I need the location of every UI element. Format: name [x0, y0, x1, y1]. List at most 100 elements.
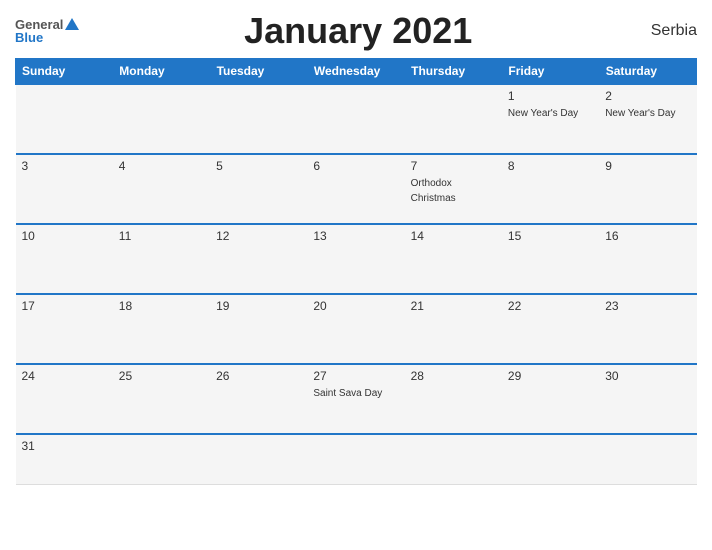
day-number: 4 [119, 159, 204, 173]
table-row: 20 [307, 294, 404, 364]
table-row: 8 [502, 154, 599, 224]
table-row: 13 [307, 224, 404, 294]
day-number: 9 [605, 159, 690, 173]
table-row: 7 Orthodox Christmas [405, 154, 502, 224]
calendar-header-row: Sunday Monday Tuesday Wednesday Thursday… [16, 59, 697, 85]
day-number: 25 [119, 369, 204, 383]
day-number: 30 [605, 369, 690, 383]
table-row: 2 New Year's Day [599, 84, 696, 154]
day-number: 6 [313, 159, 398, 173]
col-saturday: Saturday [599, 59, 696, 85]
table-row: 22 [502, 294, 599, 364]
day-number: 26 [216, 369, 301, 383]
table-row [113, 84, 210, 154]
table-row: 28 [405, 364, 502, 434]
col-wednesday: Wednesday [307, 59, 404, 85]
logo-triangle-icon [65, 18, 79, 30]
col-thursday: Thursday [405, 59, 502, 85]
day-number: 12 [216, 229, 301, 243]
table-row: 6 [307, 154, 404, 224]
table-row: 17 [16, 294, 113, 364]
day-number: 27 [313, 369, 398, 383]
table-row: 5 [210, 154, 307, 224]
table-row [307, 434, 404, 484]
table-row: 16 [599, 224, 696, 294]
calendar-week-row: 17 18 19 20 21 22 23 [16, 294, 697, 364]
table-row: 27 Saint Sava Day [307, 364, 404, 434]
table-row: 23 [599, 294, 696, 364]
day-number: 10 [22, 229, 107, 243]
logo: General Blue [15, 18, 79, 45]
table-row: 29 [502, 364, 599, 434]
day-event: New Year's Day [508, 108, 578, 119]
table-row: 15 [502, 224, 599, 294]
calendar-table: Sunday Monday Tuesday Wednesday Thursday… [15, 58, 697, 485]
col-sunday: Sunday [16, 59, 113, 85]
day-number: 2 [605, 89, 690, 103]
day-number: 23 [605, 299, 690, 313]
calendar-week-row: 10 11 12 13 14 15 16 [16, 224, 697, 294]
page: General Blue January 2021 Serbia Sunday … [0, 0, 712, 550]
day-number: 3 [22, 159, 107, 173]
table-row [405, 84, 502, 154]
day-event: New Year's Day [605, 108, 675, 119]
logo-general-text: General [15, 18, 79, 32]
table-row: 12 [210, 224, 307, 294]
header: General Blue January 2021 Serbia [15, 10, 697, 52]
table-row: 1 New Year's Day [502, 84, 599, 154]
table-row [16, 84, 113, 154]
day-event: Orthodox Christmas [411, 178, 456, 204]
col-friday: Friday [502, 59, 599, 85]
table-row: 9 [599, 154, 696, 224]
day-number: 13 [313, 229, 398, 243]
table-row: 24 [16, 364, 113, 434]
table-row [502, 434, 599, 484]
calendar-week-row: 31 [16, 434, 697, 484]
day-number: 28 [411, 369, 496, 383]
day-number: 14 [411, 229, 496, 243]
day-event: Saint Sava Day [313, 388, 382, 399]
day-number: 20 [313, 299, 398, 313]
day-number: 7 [411, 159, 496, 173]
day-number: 11 [119, 229, 204, 243]
calendar-week-row: 34567 Orthodox Christmas 89 [16, 154, 697, 224]
calendar-week-row: 1 New Year's Day 2 New Year's Day [16, 84, 697, 154]
day-number: 1 [508, 89, 593, 103]
day-number: 19 [216, 299, 301, 313]
day-number: 21 [411, 299, 496, 313]
table-row [210, 434, 307, 484]
table-row: 21 [405, 294, 502, 364]
day-number: 5 [216, 159, 301, 173]
table-row: 18 [113, 294, 210, 364]
logo-blue-text: Blue [15, 31, 79, 44]
table-row: 14 [405, 224, 502, 294]
table-row [599, 434, 696, 484]
table-row: 19 [210, 294, 307, 364]
day-number: 15 [508, 229, 593, 243]
table-row: 10 [16, 224, 113, 294]
table-row: 3 [16, 154, 113, 224]
col-monday: Monday [113, 59, 210, 85]
table-row: 30 [599, 364, 696, 434]
day-number: 22 [508, 299, 593, 313]
day-number: 16 [605, 229, 690, 243]
day-number: 18 [119, 299, 204, 313]
day-number: 29 [508, 369, 593, 383]
country-label: Serbia [637, 22, 697, 40]
day-number: 24 [22, 369, 107, 383]
table-row: 31 [16, 434, 113, 484]
table-row: 11 [113, 224, 210, 294]
day-number: 31 [22, 439, 107, 453]
day-number: 8 [508, 159, 593, 173]
table-row [113, 434, 210, 484]
table-row [405, 434, 502, 484]
day-number: 17 [22, 299, 107, 313]
table-row [210, 84, 307, 154]
table-row: 26 [210, 364, 307, 434]
table-row [307, 84, 404, 154]
table-row: 25 [113, 364, 210, 434]
calendar-title: January 2021 [79, 10, 637, 52]
calendar-week-row: 24 25 26 27 Saint Sava Day 28 29 30 [16, 364, 697, 434]
col-tuesday: Tuesday [210, 59, 307, 85]
table-row: 4 [113, 154, 210, 224]
